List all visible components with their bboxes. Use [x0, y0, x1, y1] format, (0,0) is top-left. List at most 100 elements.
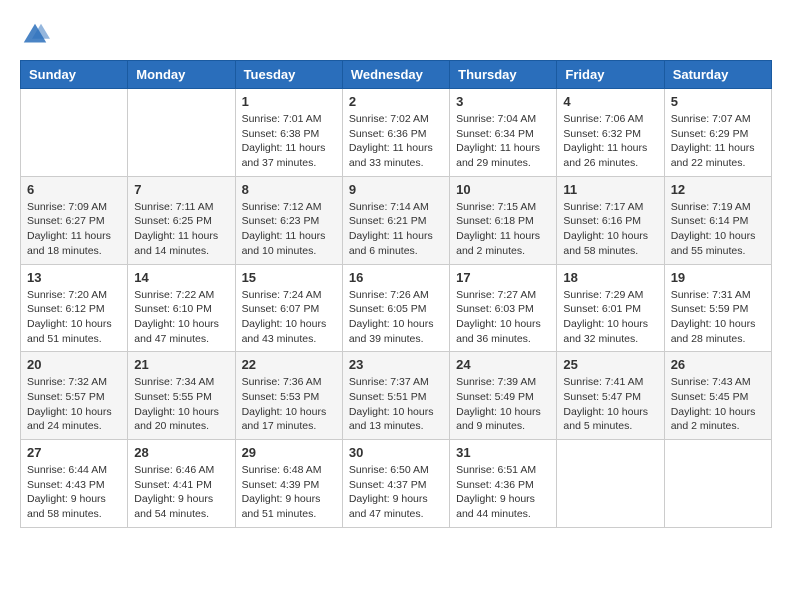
day-info: Sunrise: 7:29 AMSunset: 6:01 PMDaylight:… — [563, 288, 657, 347]
calendar-cell: 11 Sunrise: 7:17 AMSunset: 6:16 PMDayligh… — [557, 176, 664, 264]
week-row-4: 20Sunrise: 7:32 AMSunset: 5:57 PMDayligh… — [21, 352, 772, 440]
day-info: Sunrise: 7:22 AMSunset: 6:10 PMDaylight:… — [134, 288, 228, 347]
week-row-2: 6 Sunrise: 7:09 AMSunset: 6:27 PMDaylight… — [21, 176, 772, 264]
logo-icon — [20, 20, 50, 50]
day-info: Sunrise: 7:34 AMSunset: 5:55 PMDaylight:… — [134, 375, 228, 434]
calendar-cell: 6 Sunrise: 7:09 AMSunset: 6:27 PMDaylight… — [21, 176, 128, 264]
day-number: 12 — [671, 182, 765, 197]
week-row-3: 13Sunrise: 7:20 AMSunset: 6:12 PMDayligh… — [21, 264, 772, 352]
day-info: Sunrise: 7:19 AMSunset: 6:14 PMDaylight:… — [671, 200, 765, 259]
calendar-cell: 28 Sunrise: 6:46 AMSunset: 4:41 PMDayligh… — [128, 440, 235, 528]
day-info: Sunrise: 7:41 AMSunset: 5:47 PMDaylight:… — [563, 375, 657, 434]
day-number: 1 — [242, 94, 336, 109]
calendar-cell: 22Sunrise: 7:36 AMSunset: 5:53 PMDayligh… — [235, 352, 342, 440]
weekday-header-monday: Monday — [128, 61, 235, 89]
calendar-cell: 27 Sunrise: 6:44 AMSunset: 4:43 PMDayligh… — [21, 440, 128, 528]
calendar-cell: 7 Sunrise: 7:11 AMSunset: 6:25 PMDaylight… — [128, 176, 235, 264]
day-info: Sunrise: 7:26 AMSunset: 6:05 PMDaylight:… — [349, 288, 443, 347]
day-info: Sunrise: 7:27 AMSunset: 6:03 PMDaylight:… — [456, 288, 550, 347]
day-number: 6 — [27, 182, 121, 197]
day-info: Sunrise: 7:14 AMSunset: 6:21 PMDaylight:… — [349, 200, 443, 259]
page-header — [20, 20, 772, 50]
calendar-table: SundayMondayTuesdayWednesdayThursdayFrid… — [20, 60, 772, 528]
calendar-cell: 18 Sunrise: 7:29 AMSunset: 6:01 PMDayligh… — [557, 264, 664, 352]
calendar-cell: 21 Sunrise: 7:34 AMSunset: 5:55 PMDayligh… — [128, 352, 235, 440]
day-number: 16 — [349, 270, 443, 285]
day-number: 24 — [456, 357, 550, 372]
calendar-cell — [557, 440, 664, 528]
day-info: Sunrise: 7:37 AMSunset: 5:51 PMDaylight:… — [349, 375, 443, 434]
calendar-cell — [664, 440, 771, 528]
day-number: 11 — [563, 182, 657, 197]
day-info: Sunrise: 7:17 AMSunset: 6:16 PMDaylight:… — [563, 200, 657, 259]
day-info: Sunrise: 7:07 AMSunset: 6:29 PMDaylight:… — [671, 112, 765, 171]
calendar-cell: 30 Sunrise: 6:50 AMSunset: 4:37 PMDayligh… — [342, 440, 449, 528]
day-number: 31 — [456, 445, 550, 460]
calendar-cell — [21, 89, 128, 177]
day-number: 25 — [563, 357, 657, 372]
day-info: Sunrise: 6:46 AMSunset: 4:41 PMDaylight:… — [134, 463, 228, 522]
week-row-1: 1 Sunrise: 7:01 AMSunset: 6:38 PMDaylight… — [21, 89, 772, 177]
day-info: Sunrise: 7:39 AMSunset: 5:49 PMDaylight:… — [456, 375, 550, 434]
day-number: 9 — [349, 182, 443, 197]
calendar-cell: 17 Sunrise: 7:27 AMSunset: 6:03 PMDayligh… — [450, 264, 557, 352]
day-number: 22 — [242, 357, 336, 372]
day-info: Sunrise: 7:02 AMSunset: 6:36 PMDaylight:… — [349, 112, 443, 171]
day-number: 29 — [242, 445, 336, 460]
day-info: Sunrise: 7:20 AMSunset: 6:12 PMDaylight:… — [27, 288, 121, 347]
day-info: Sunrise: 6:51 AMSunset: 4:36 PMDaylight:… — [456, 463, 550, 522]
logo — [20, 20, 54, 50]
day-number: 20 — [27, 357, 121, 372]
calendar-cell: 24 Sunrise: 7:39 AMSunset: 5:49 PMDayligh… — [450, 352, 557, 440]
day-info: Sunrise: 7:01 AMSunset: 6:38 PMDaylight:… — [242, 112, 336, 171]
day-info: Sunrise: 7:09 AMSunset: 6:27 PMDaylight:… — [27, 200, 121, 259]
day-number: 30 — [349, 445, 443, 460]
calendar-cell: 10Sunrise: 7:15 AMSunset: 6:18 PMDayligh… — [450, 176, 557, 264]
day-number: 5 — [671, 94, 765, 109]
day-number: 26 — [671, 357, 765, 372]
calendar-cell: 31 Sunrise: 6:51 AMSunset: 4:36 PMDayligh… — [450, 440, 557, 528]
day-info: Sunrise: 7:11 AMSunset: 6:25 PMDaylight:… — [134, 200, 228, 259]
day-info: Sunrise: 7:06 AMSunset: 6:32 PMDaylight:… — [563, 112, 657, 171]
calendar-cell: 13Sunrise: 7:20 AMSunset: 6:12 PMDayligh… — [21, 264, 128, 352]
day-number: 28 — [134, 445, 228, 460]
calendar-cell: 9 Sunrise: 7:14 AMSunset: 6:21 PMDaylight… — [342, 176, 449, 264]
day-info: Sunrise: 7:43 AMSunset: 5:45 PMDaylight:… — [671, 375, 765, 434]
day-number: 21 — [134, 357, 228, 372]
calendar-cell: 26 Sunrise: 7:43 AMSunset: 5:45 PMDayligh… — [664, 352, 771, 440]
day-number: 3 — [456, 94, 550, 109]
weekday-header-sunday: Sunday — [21, 61, 128, 89]
calendar-cell: 29 Sunrise: 6:48 AMSunset: 4:39 PMDayligh… — [235, 440, 342, 528]
calendar-cell: 20Sunrise: 7:32 AMSunset: 5:57 PMDayligh… — [21, 352, 128, 440]
calendar-cell: 8Sunrise: 7:12 AMSunset: 6:23 PMDaylight… — [235, 176, 342, 264]
day-info: Sunrise: 7:04 AMSunset: 6:34 PMDaylight:… — [456, 112, 550, 171]
day-info: Sunrise: 7:31 AMSunset: 5:59 PMDaylight:… — [671, 288, 765, 347]
calendar-cell: 2 Sunrise: 7:02 AMSunset: 6:36 PMDaylight… — [342, 89, 449, 177]
day-number: 18 — [563, 270, 657, 285]
day-number: 8 — [242, 182, 336, 197]
day-info: Sunrise: 7:15 AMSunset: 6:18 PMDaylight:… — [456, 200, 550, 259]
day-number: 15 — [242, 270, 336, 285]
day-number: 23 — [349, 357, 443, 372]
calendar-cell: 19Sunrise: 7:31 AMSunset: 5:59 PMDayligh… — [664, 264, 771, 352]
calendar-cell: 15 Sunrise: 7:24 AMSunset: 6:07 PMDayligh… — [235, 264, 342, 352]
weekday-header-friday: Friday — [557, 61, 664, 89]
day-info: Sunrise: 7:24 AMSunset: 6:07 PMDaylight:… — [242, 288, 336, 347]
day-number: 27 — [27, 445, 121, 460]
day-info: Sunrise: 6:44 AMSunset: 4:43 PMDaylight:… — [27, 463, 121, 522]
day-info: Sunrise: 6:48 AMSunset: 4:39 PMDaylight:… — [242, 463, 336, 522]
weekday-header-tuesday: Tuesday — [235, 61, 342, 89]
day-info: Sunrise: 6:50 AMSunset: 4:37 PMDaylight:… — [349, 463, 443, 522]
day-number: 7 — [134, 182, 228, 197]
day-number: 2 — [349, 94, 443, 109]
week-row-5: 27 Sunrise: 6:44 AMSunset: 4:43 PMDayligh… — [21, 440, 772, 528]
day-number: 17 — [456, 270, 550, 285]
day-number: 4 — [563, 94, 657, 109]
weekday-header-saturday: Saturday — [664, 61, 771, 89]
weekday-header-row: SundayMondayTuesdayWednesdayThursdayFrid… — [21, 61, 772, 89]
calendar-cell: 16 Sunrise: 7:26 AMSunset: 6:05 PMDayligh… — [342, 264, 449, 352]
weekday-header-wednesday: Wednesday — [342, 61, 449, 89]
calendar-cell: 5 Sunrise: 7:07 AMSunset: 6:29 PMDaylight… — [664, 89, 771, 177]
day-number: 14 — [134, 270, 228, 285]
calendar-cell: 1 Sunrise: 7:01 AMSunset: 6:38 PMDaylight… — [235, 89, 342, 177]
